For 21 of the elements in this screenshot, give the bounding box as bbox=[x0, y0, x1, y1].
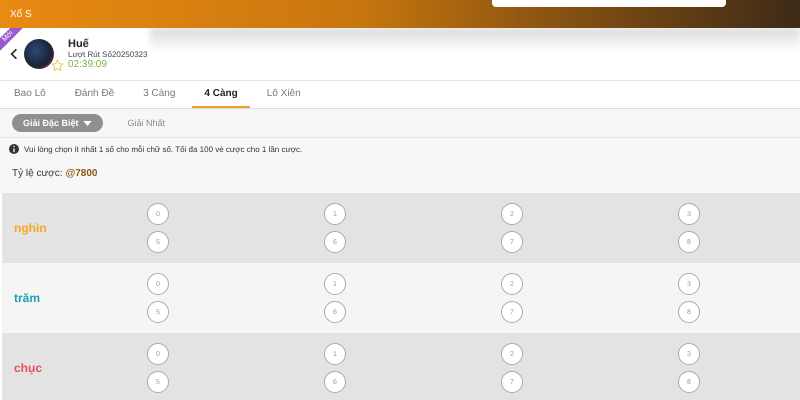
back-icon[interactable] bbox=[10, 48, 18, 60]
prize-tab[interactable]: Giải Đặc Biệt bbox=[12, 114, 103, 132]
countdown-timer: 02:39:09 bbox=[68, 59, 108, 70]
bet-type-tab[interactable]: Bao Lô bbox=[2, 81, 58, 108]
draw-number: Lượt Rút Số20250323 bbox=[68, 50, 148, 59]
caret-icon bbox=[82, 120, 92, 126]
bet-type-tab[interactable]: 3 Càng bbox=[131, 81, 188, 108]
header-title: Xổ S bbox=[10, 8, 32, 20]
odds-label: Tỷ lệ cược: bbox=[12, 168, 62, 179]
odds-value: @7800 bbox=[65, 168, 98, 179]
lottery-name: Huế bbox=[68, 38, 90, 50]
star-icon[interactable] bbox=[51, 59, 64, 72]
position-label: chục bbox=[13, 361, 44, 375]
bet-type-tab[interactable]: Lô Xiên bbox=[254, 81, 313, 108]
bet-type-tab[interactable]: Đánh Đề bbox=[62, 81, 126, 108]
notice-text: Vui lòng chọn ít nhất 1 số cho mỗi chữ số. Tối đa 100 vé cược cho 1 lần cược. bbox=[24, 144, 302, 154]
info-icon bbox=[9, 144, 19, 154]
logo-circle bbox=[24, 39, 54, 69]
prize-tab[interactable]: Giải Nhất bbox=[116, 114, 176, 132]
position-label: nghìn bbox=[13, 221, 48, 235]
position-label: trăm bbox=[13, 291, 42, 305]
